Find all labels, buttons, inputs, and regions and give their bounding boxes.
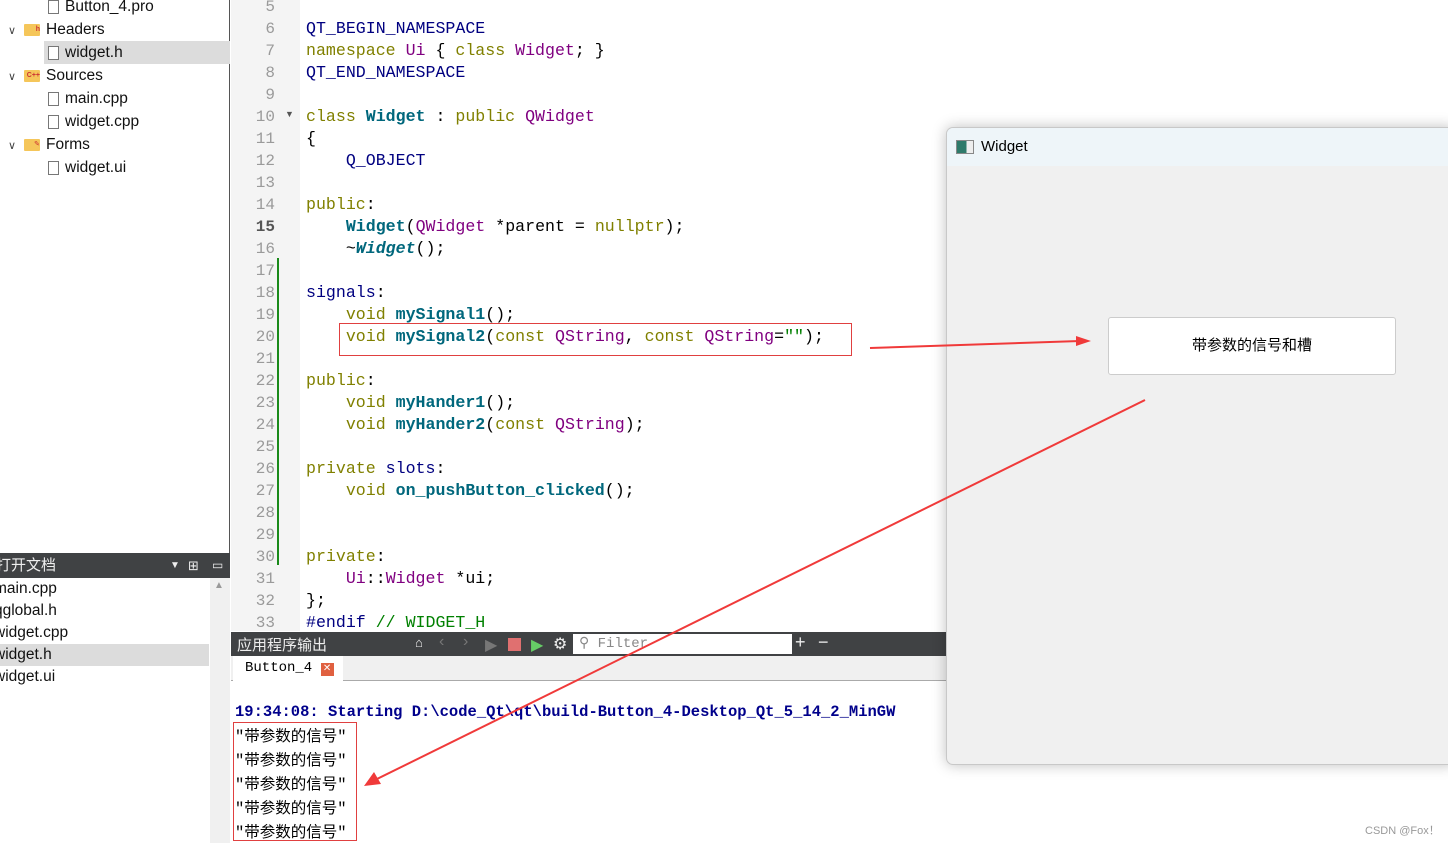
- arrowhead-button: [1076, 336, 1091, 346]
- arrow-to-output: [374, 399, 1146, 781]
- watermark: CSDN @Fox！: [1365, 825, 1440, 837]
- annotation-arrows: [364, 336, 1146, 786]
- arrow-to-button: [869, 340, 1081, 349]
